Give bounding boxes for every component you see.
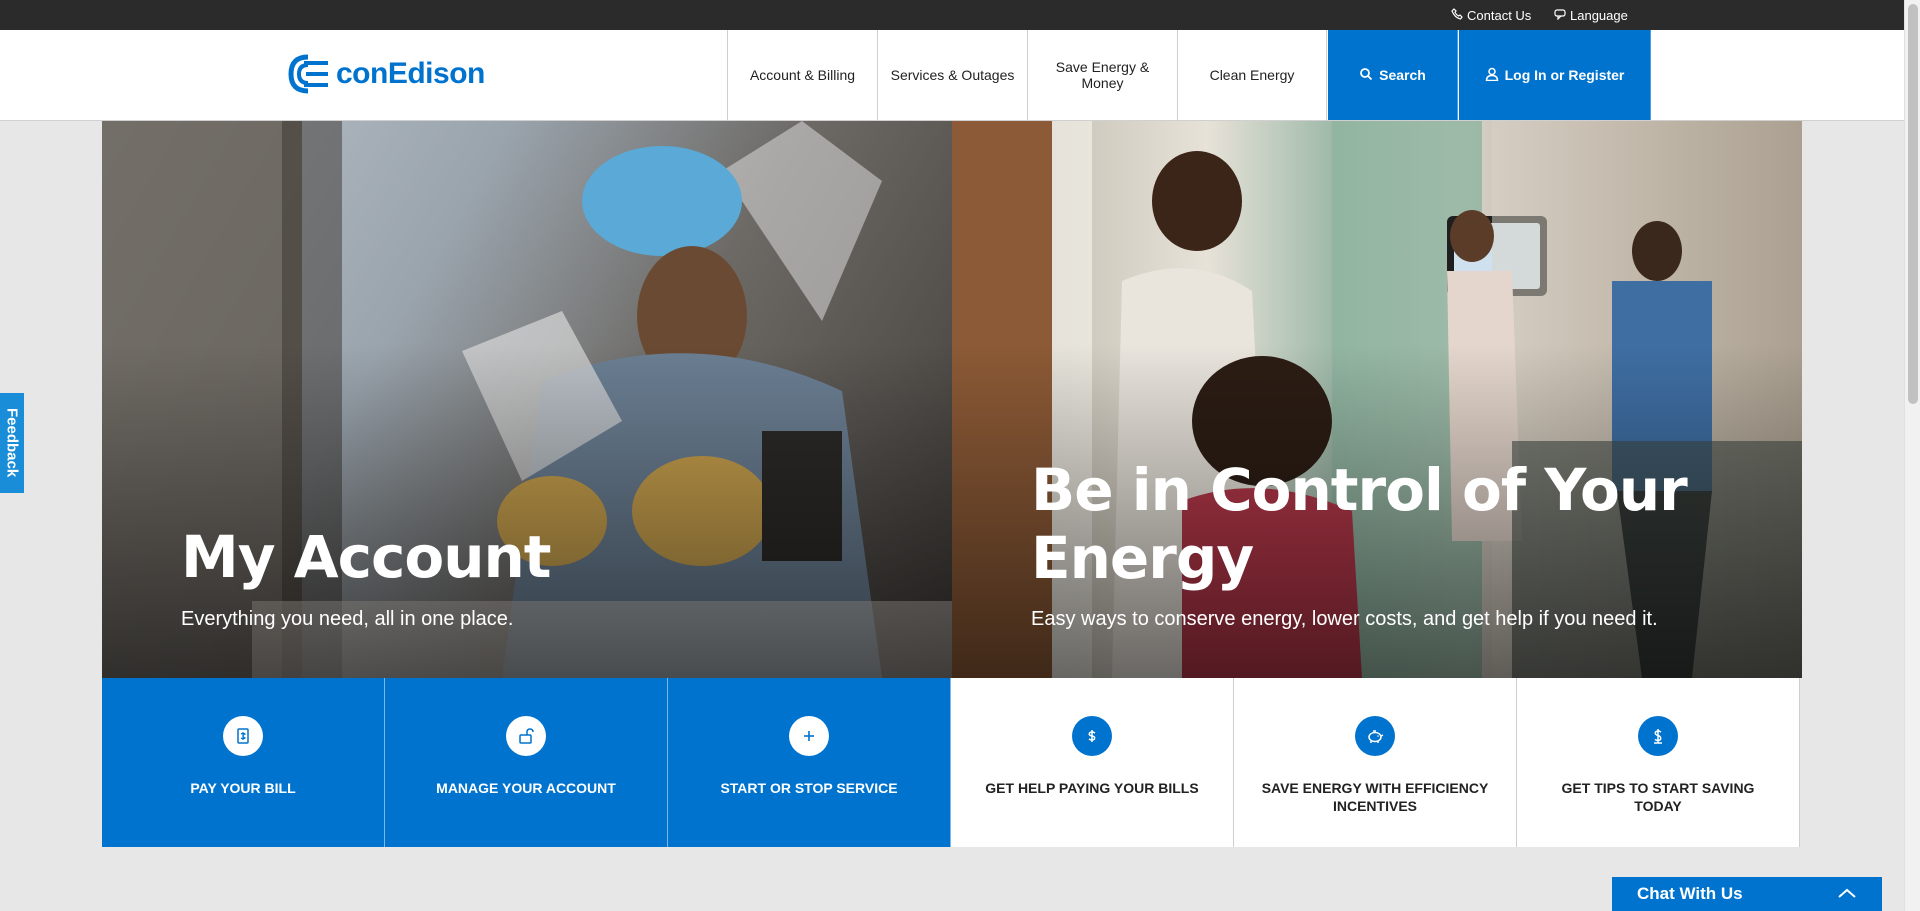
dollar-icon — [1072, 716, 1112, 756]
nav-account-billing[interactable]: Account & Billing — [727, 30, 877, 120]
feedback-tab[interactable]: Feedback — [0, 393, 24, 493]
language-link[interactable]: Language — [1554, 8, 1628, 23]
hero-subtitle-my-account: Everything you need, all in one place. — [181, 608, 514, 630]
site-header: conEdison Account & Billing Services & O… — [0, 30, 1904, 121]
hero-my-account[interactable]: My Account Everything you need, all in o… — [102, 121, 952, 678]
utility-bar: Contact Us Language — [0, 0, 1904, 30]
tile-label: MANAGE YOUR ACCOUNT — [436, 780, 616, 796]
chevron-up-icon — [1837, 884, 1857, 904]
action-tiles: PAY YOUR BILL MANAGE YOUR ACCOUNT START … — [102, 678, 1800, 847]
tile-label: START OR STOP SERVICE — [720, 780, 898, 796]
tile-start-stop-service[interactable]: START OR STOP SERVICE — [668, 678, 951, 847]
page-scrollbar[interactable] — [1904, 0, 1920, 911]
nav-clean-energy[interactable]: Clean Energy — [1177, 30, 1327, 120]
tile-pay-your-bill[interactable]: PAY YOUR BILL — [102, 678, 385, 847]
tile-tips-start-saving[interactable]: GET TIPS TO START SAVING TODAY — [1517, 678, 1800, 847]
hero-subtitle-control-energy: Easy ways to conserve energy, lower cost… — [1031, 608, 1658, 630]
conedison-logo[interactable]: conEdison — [286, 54, 485, 94]
login-register-label: Log In or Register — [1504, 67, 1625, 83]
language-label: Language — [1570, 8, 1628, 23]
dollar-coin-icon — [1638, 716, 1678, 756]
scrollbar-thumb[interactable] — [1908, 4, 1918, 404]
hero-title-control-energy: Be in Control of Your Energy — [1031, 456, 1688, 592]
bill-icon — [223, 716, 263, 756]
search-label: Search — [1379, 67, 1426, 83]
plus-icon — [789, 716, 829, 756]
search-icon — [1359, 67, 1373, 84]
logo-wordmark: conEdison — [336, 57, 485, 90]
tile-label: GET HELP PAYING YOUR BILLS — [985, 780, 1199, 796]
tile-save-energy-incentives[interactable]: SAVE ENERGY WITH EFFICIENCY INCENTIVES — [1234, 678, 1517, 847]
tile-manage-your-account[interactable]: MANAGE YOUR ACCOUNT — [385, 678, 668, 847]
tile-label: PAY YOUR BILL — [190, 780, 296, 796]
conedison-logo-icon — [288, 54, 328, 94]
tile-get-help-paying[interactable]: GET HELP PAYING YOUR BILLS — [951, 678, 1234, 847]
contact-us-label: Contact Us — [1467, 8, 1532, 23]
piggy-bank-icon — [1355, 716, 1395, 756]
chat-label: Chat With Us — [1637, 884, 1743, 903]
tile-label: SAVE ENERGY WITH EFFICIENCY INCENTIVES — [1261, 780, 1489, 814]
search-button[interactable]: Search — [1328, 30, 1458, 120]
unlock-icon — [506, 716, 546, 756]
hero-title-my-account: My Account — [181, 523, 552, 591]
nav-services-outages[interactable]: Services & Outages — [877, 30, 1027, 120]
tile-label: GET TIPS TO START SAVING TODAY — [1561, 780, 1755, 814]
chat-with-us-button[interactable]: Chat With Us — [1612, 877, 1882, 911]
user-icon — [1485, 67, 1499, 84]
hero-control-energy[interactable]: Be in Control of Your Energy Easy ways t… — [952, 121, 1802, 678]
login-register-button[interactable]: Log In or Register — [1459, 30, 1651, 120]
main-nav: Account & Billing Services & Outages Sav… — [727, 30, 1327, 120]
speech-bubble-icon — [1554, 8, 1566, 23]
phone-icon — [1451, 8, 1463, 23]
contact-us-link[interactable]: Contact Us — [1451, 8, 1531, 23]
nav-save-energy-money[interactable]: Save Energy & Money — [1027, 30, 1177, 120]
